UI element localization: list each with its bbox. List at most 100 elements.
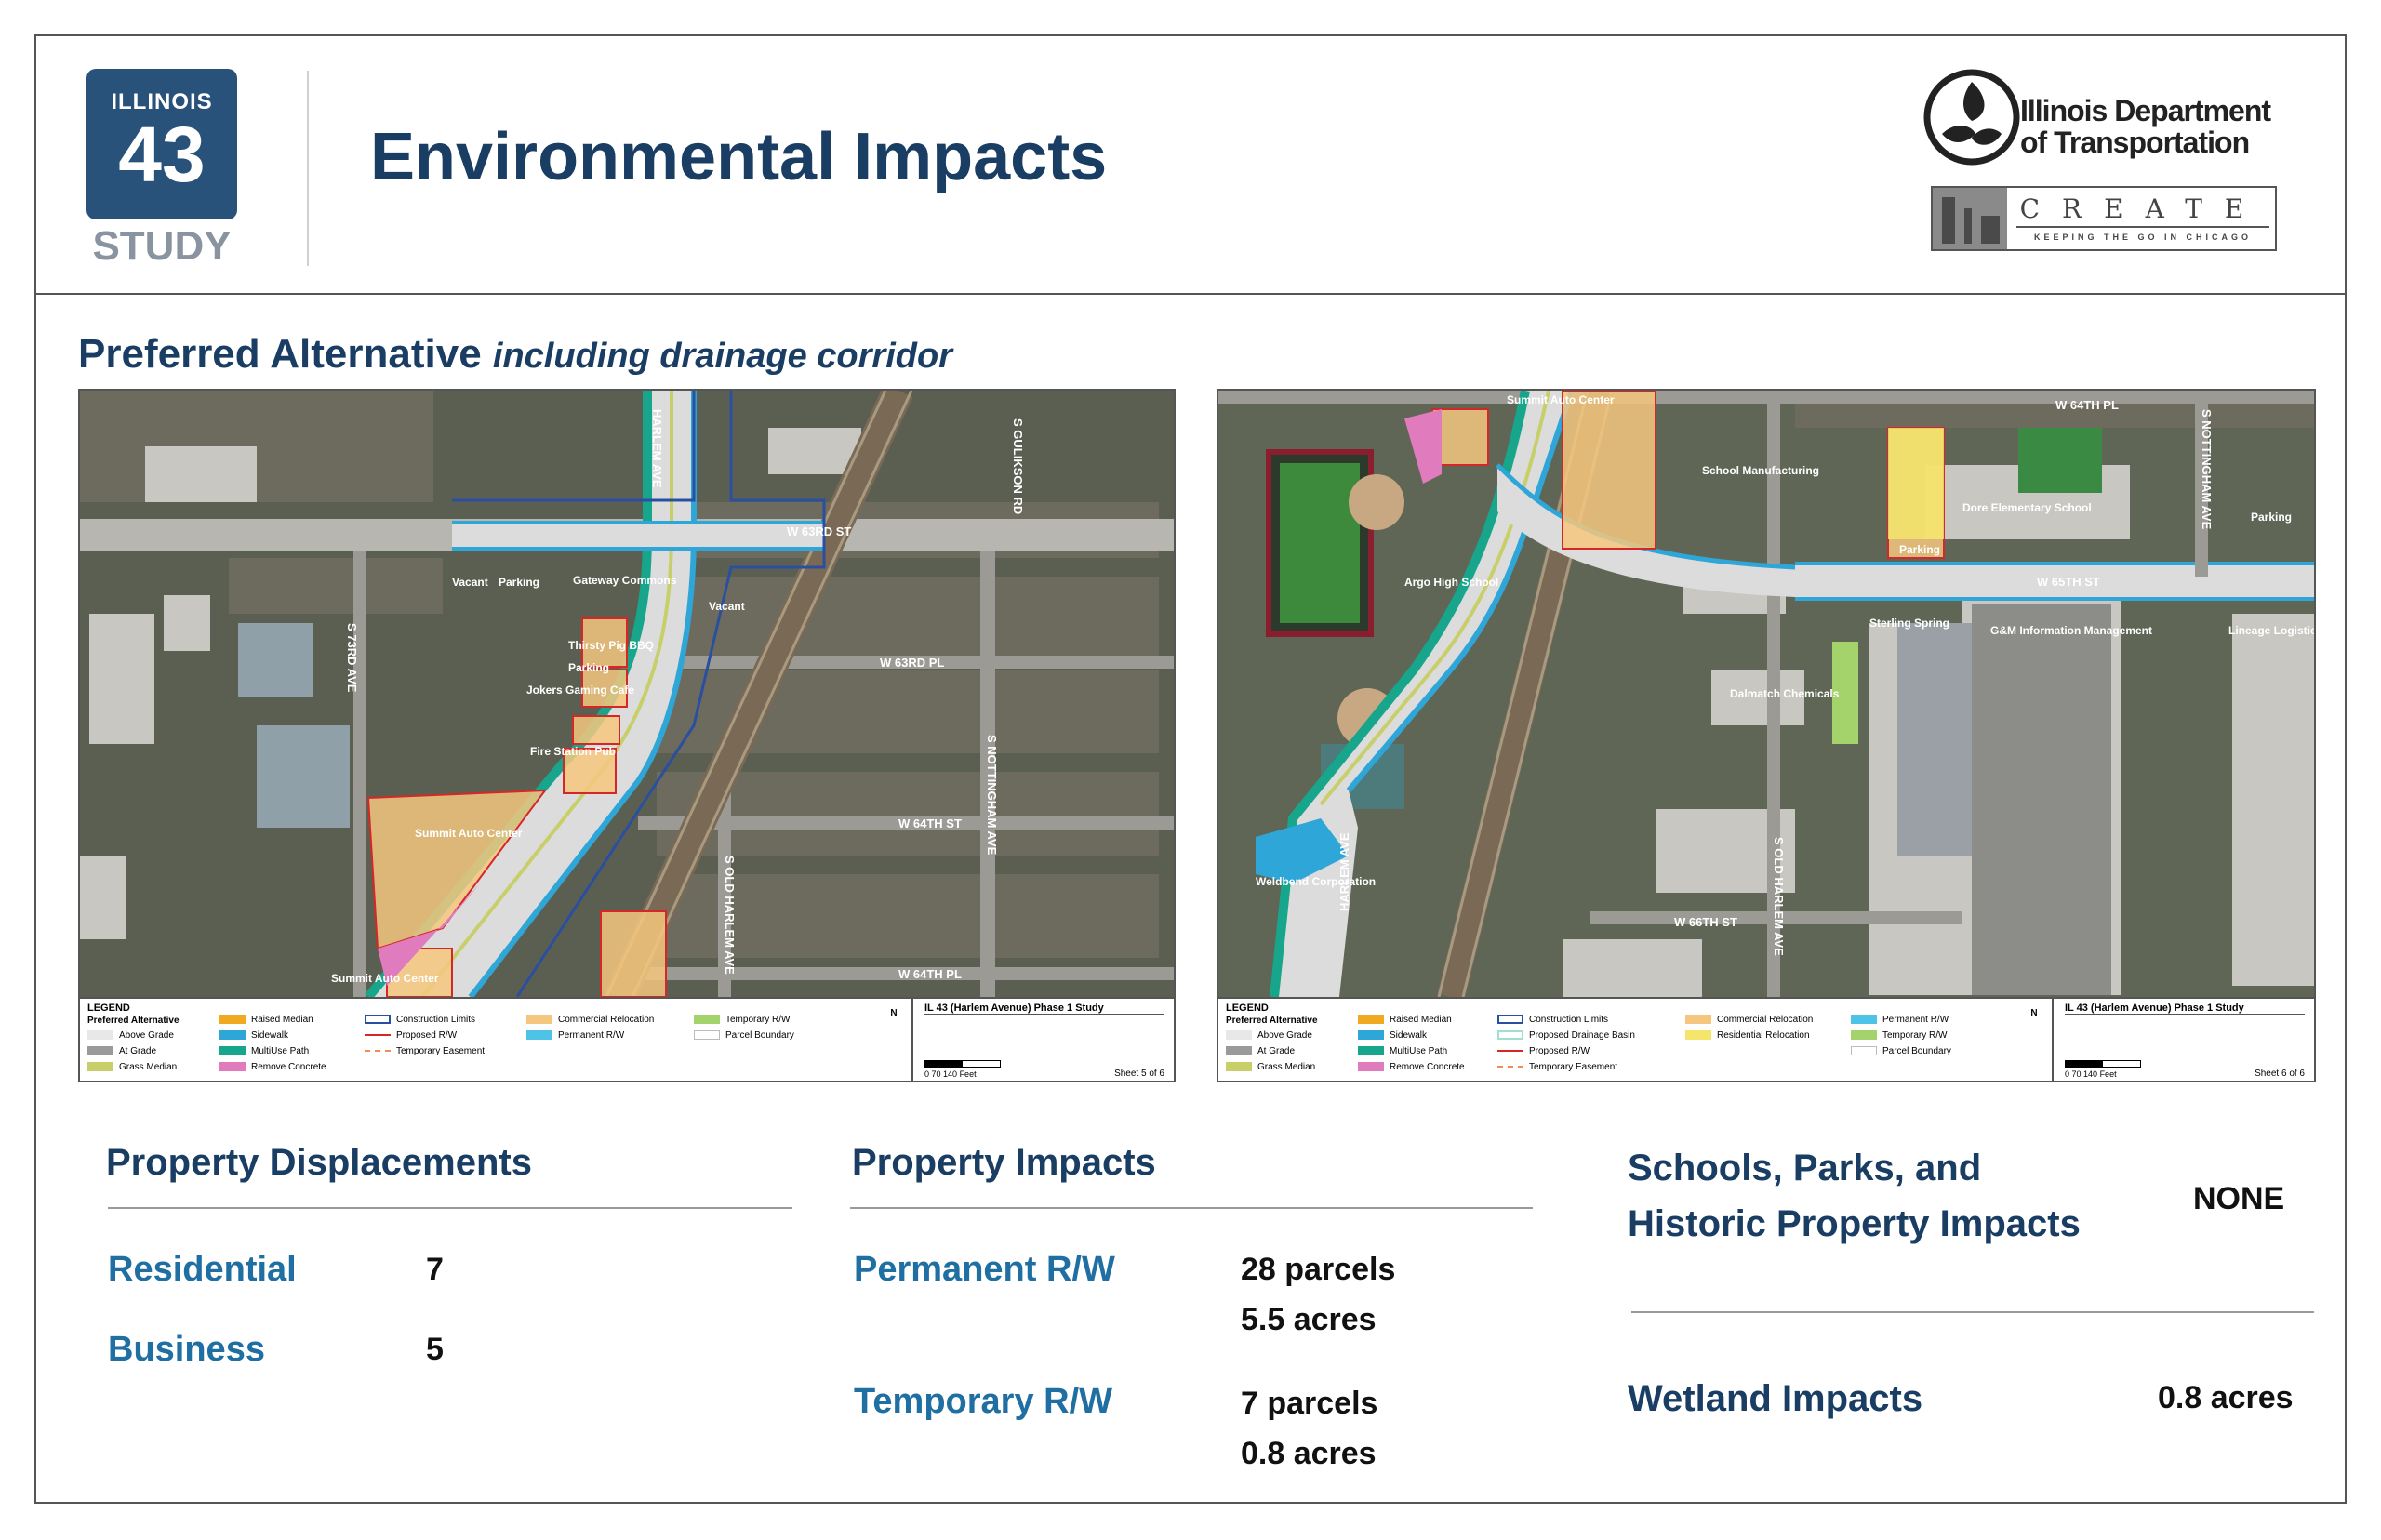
temporary-acres: 0.8 acres xyxy=(1241,1436,1377,1471)
road-label-old-harlem: S OLD HARLEM AVE xyxy=(723,856,737,975)
map-legend-5: LEGEND Preferred Alternative Above Grade… xyxy=(80,997,1174,1081)
place-argo-school: Argo High School xyxy=(1404,576,1498,589)
create-word: CREATE xyxy=(2016,193,2269,228)
legend-sidewalk: Sidewalk xyxy=(1358,1030,1427,1041)
sheet-number: Sheet 6 of 6 xyxy=(2255,1069,2305,1079)
business-value: 5 xyxy=(426,1332,444,1367)
legend-above-grade: Above Grade xyxy=(87,1030,174,1041)
idot-line1: Illinois Department xyxy=(2020,94,2271,127)
road-label-64th-pl-r: W 64TH PL xyxy=(2055,398,2119,412)
legend-construction-limits: Construction Limits xyxy=(1497,1015,1608,1025)
scale-bar xyxy=(924,1060,1001,1068)
legend-at-grade: At Grade xyxy=(1226,1046,1295,1056)
sheet-info-6: N IL 43 (Harlem Avenue) Phase 1 Study 0 … xyxy=(2030,999,2314,1081)
create-logo: CREATE KEEPING THE GO IN CHICAGO xyxy=(1931,186,2277,251)
place-gateway: Gateway Commons xyxy=(573,574,677,587)
residential-label: Residential xyxy=(108,1250,297,1289)
legend-title: LEGEND xyxy=(1226,1002,1269,1014)
legend-proposed-rw: Proposed R/W xyxy=(1497,1046,1590,1056)
create-photo-strip xyxy=(1933,188,2007,249)
impacts-heading: Property Impacts xyxy=(852,1142,1156,1183)
header-divider xyxy=(34,293,2347,295)
legend-temporary-rw: Temporary R/W xyxy=(1851,1030,1947,1041)
schools-heading: Schools, Parks, and Historic Property Im… xyxy=(1628,1140,2081,1252)
place-summit-auto: Summit Auto Center xyxy=(415,827,523,840)
road-label-w63rd: W 63RD ST xyxy=(787,524,851,538)
place-vacant-2: Vacant xyxy=(709,600,745,613)
road-label-66th: W 66TH ST xyxy=(1674,915,1737,929)
north-arrow-icon: N xyxy=(2030,1008,2038,1018)
legend-grass-median: Grass Median xyxy=(1226,1062,1315,1072)
place-vacant: Vacant xyxy=(452,576,488,589)
place-gm-info: G&M Information Management xyxy=(1990,624,2152,637)
map-legend-6: LEGEND Preferred Alternative Above Grade… xyxy=(1218,997,2314,1081)
place-parking: Parking xyxy=(499,576,539,589)
road-label-harlem-r: HARLEM AVE xyxy=(1337,832,1351,911)
map-sheet-6[interactable]: W 64TH PL S NOTTINGHAM AVE W 65TH ST S O… xyxy=(1217,389,2316,1082)
legend-commercial-relocation: Commercial Relocation xyxy=(1685,1015,1813,1025)
map-sheet-5[interactable]: W 63RD ST HARLEM AVE S 73RD AVE W 63RD P… xyxy=(78,389,1176,1082)
road-label-64th-st: W 64TH ST xyxy=(898,816,962,830)
road-label-nottingham: S NOTTINGHAM AVE xyxy=(985,735,999,856)
sheet-study-title: IL 43 (Harlem Avenue) Phase 1 Study xyxy=(2065,1002,2305,1015)
place-summit-auto-2: Summit Auto Center xyxy=(331,972,439,985)
road-label-old-harlem-r: S OLD HARLEM AVE xyxy=(1772,837,1786,956)
logo-number: 43 xyxy=(118,111,206,198)
legend-title: LEGEND xyxy=(87,1002,130,1014)
road-label-73rd: S 73RD AVE xyxy=(345,623,359,693)
scale-label: 0 70 140 Feet xyxy=(2065,1069,2117,1079)
wetland-value: 0.8 acres xyxy=(2158,1380,2294,1415)
sheet-info-5: N IL 43 (Harlem Avenue) Phase 1 Study 0 … xyxy=(890,999,1174,1081)
legend-temporary-rw: Temporary R/W xyxy=(694,1015,790,1025)
legend-parcel-boundary: Parcel Boundary xyxy=(694,1030,794,1041)
sheet-number: Sheet 5 of 6 xyxy=(1114,1069,1164,1079)
north-arrow-icon: N xyxy=(890,1008,898,1018)
section-title: Preferred Alternative including drainage… xyxy=(78,331,952,378)
legend-alternative: Preferred Alternative xyxy=(87,1016,180,1026)
schools-divider xyxy=(1631,1311,2314,1313)
logo-study: STUDY xyxy=(92,223,232,269)
legend-grass-median: Grass Median xyxy=(87,1062,177,1072)
legend-raised-median: Raised Median xyxy=(219,1015,313,1025)
legend-construction-limits: Construction Limits xyxy=(365,1015,475,1025)
place-weldbend: Weldbend Corporation xyxy=(1256,875,1376,888)
temporary-parcels: 7 parcels xyxy=(1241,1386,1378,1421)
aerial-map-5: W 63RD ST HARLEM AVE S 73RD AVE W 63RD P… xyxy=(80,391,1174,997)
sheet-study-title: IL 43 (Harlem Avenue) Phase 1 Study xyxy=(924,1002,1164,1015)
il43-logo: ILLINOIS 43 xyxy=(86,69,237,219)
legend-parcel-boundary: Parcel Boundary xyxy=(1851,1046,1951,1056)
temporary-rw-values: 7 parcels 0.8 acres xyxy=(1241,1378,1377,1479)
place-parking-r: Parking xyxy=(1899,543,1940,556)
create-tagline: KEEPING THE GO IN CHICAGO xyxy=(2033,232,2252,242)
scale-bar xyxy=(2065,1060,2141,1068)
place-school-manufacturing: School Manufacturing xyxy=(1702,464,1819,477)
legend-remove-concrete: Remove Concrete xyxy=(1358,1062,1465,1072)
legend-sidewalk: Sidewalk xyxy=(219,1030,288,1041)
wetland-heading: Wetland Impacts xyxy=(1628,1378,1923,1419)
permanent-acres: 5.5 acres xyxy=(1241,1302,1377,1337)
scale-label: 0 70 140 Feet xyxy=(924,1069,977,1079)
legend-above-grade: Above Grade xyxy=(1226,1030,1312,1041)
road-label-gulikson: S GULIKSON RD xyxy=(1011,418,1025,514)
place-dalmatch: Dalmatch Chemicals xyxy=(1730,687,1840,700)
legend-temporary-easement: Temporary Easement xyxy=(1497,1062,1617,1072)
legend-temporary-easement: Temporary Easement xyxy=(365,1046,485,1056)
place-sterling-spring: Sterling Spring xyxy=(1869,617,1949,630)
legend-multiuse-path: MultiUse Path xyxy=(1358,1046,1447,1056)
displacements-divider xyxy=(108,1207,792,1209)
section-subtitle: including drainage corridor xyxy=(492,337,952,376)
place-thirsty-pig: Thirsty Pig BBQ xyxy=(568,639,654,652)
road-label-65th: W 65TH ST xyxy=(2037,575,2100,589)
place-jokers: Jokers Gaming Cafe xyxy=(526,684,634,697)
legend-drainage-basin: Proposed Drainage Basin xyxy=(1497,1030,1635,1041)
road-label-63rd-pl: W 63RD PL xyxy=(880,656,944,670)
schools-heading-line1: Schools, Parks, and xyxy=(1628,1148,1982,1188)
idot-name: Illinois Department of Transportation xyxy=(2020,94,2271,158)
legend-alternative: Preferred Alternative xyxy=(1226,1016,1318,1026)
place-summit-auto-r: Summit Auto Center xyxy=(1507,393,1615,406)
business-label: Business xyxy=(108,1330,265,1369)
legend-raised-median: Raised Median xyxy=(1358,1015,1452,1025)
legend-permanent-rw: Permanent R/W xyxy=(1851,1015,1949,1025)
aerial-map-6: W 64TH PL S NOTTINGHAM AVE W 65TH ST S O… xyxy=(1218,391,2314,997)
legend-residential-relocation: Residential Relocation xyxy=(1685,1030,1810,1041)
